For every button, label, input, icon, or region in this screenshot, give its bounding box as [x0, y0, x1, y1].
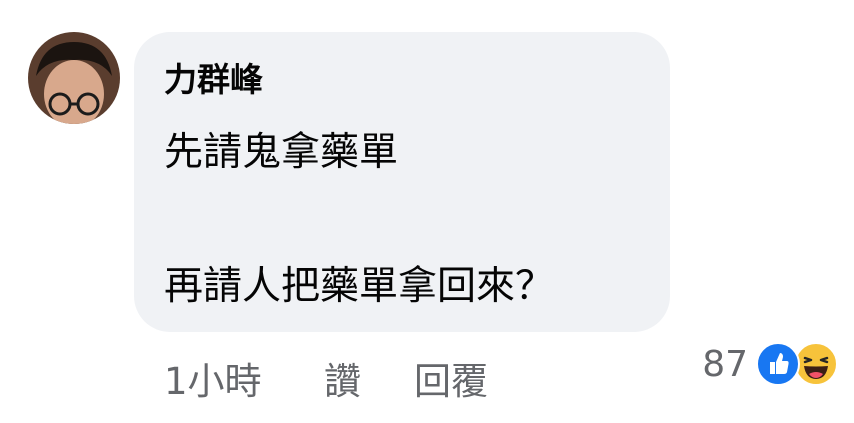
comment-text-line: 再請人把藥單拿回來？ [164, 264, 555, 309]
reply-button[interactable]: 回覆 [414, 354, 488, 410]
like-icon [756, 342, 800, 386]
avatar-image [28, 32, 120, 124]
reaction-count: 87 [702, 343, 748, 385]
haha-icon [794, 342, 838, 386]
comment-timestamp[interactable]: 1小時 [164, 354, 262, 410]
avatar[interactable] [28, 32, 120, 124]
comment-text-line: 先請鬼拿藥單 [164, 130, 399, 175]
reactions-summary[interactable]: 87 [702, 338, 838, 390]
like-button[interactable]: 讚 [324, 354, 361, 410]
comment-author[interactable]: 力群峰 [164, 58, 263, 102]
